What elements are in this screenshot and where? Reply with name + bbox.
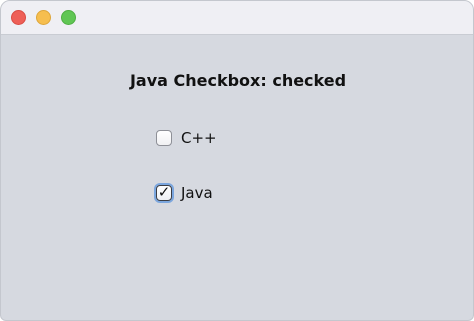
checkbox-java[interactable]: ✓ Java xyxy=(156,182,213,204)
title-bar[interactable] xyxy=(1,1,473,35)
checkbox-cpp[interactable]: C++ xyxy=(156,127,217,149)
checkmark-icon: ✓ xyxy=(157,183,171,201)
checkbox-java-label[interactable]: Java xyxy=(181,184,213,202)
status-label: Java Checkbox: checked xyxy=(129,71,347,90)
content-panel: Java Checkbox: checked C++ ✓ Java xyxy=(1,35,473,320)
app-window: Java Checkbox: checked C++ ✓ Java xyxy=(0,0,474,321)
close-window-button[interactable] xyxy=(11,10,26,25)
checkbox-cpp-label[interactable]: C++ xyxy=(181,129,217,147)
checkbox-java-box[interactable]: ✓ xyxy=(156,185,172,201)
checkbox-cpp-box[interactable] xyxy=(156,130,172,146)
minimize-window-button[interactable] xyxy=(36,10,51,25)
zoom-window-button[interactable] xyxy=(61,10,76,25)
